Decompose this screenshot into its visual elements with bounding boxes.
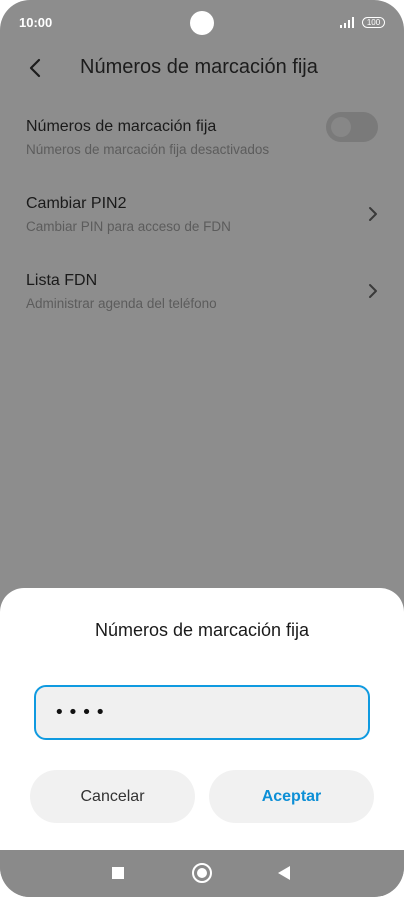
fdn-list-item[interactable]: Lista FDN Administrar agenda del teléfon… <box>0 272 404 334</box>
status-time: 10:00 <box>19 15 53 30</box>
page-title: Números de marcación fija <box>80 56 318 78</box>
toggle-knob <box>331 117 351 137</box>
battery-icon: 100 <box>362 17 385 28</box>
battery-level: 100 <box>366 18 381 27</box>
item-subtitle: Números de marcación fija desactivados <box>26 142 270 157</box>
back-triangle-icon[interactable] <box>278 866 290 880</box>
chevron-right-icon <box>369 207 377 221</box>
home-dot <box>197 868 207 878</box>
item-title: Cambiar PIN2 <box>26 195 127 212</box>
signal-icon <box>340 17 354 28</box>
back-arrow-icon[interactable] <box>22 54 50 82</box>
cancel-button[interactable]: Cancelar <box>30 770 195 823</box>
dialog-title: Números de marcación fija <box>94 620 310 640</box>
item-subtitle: Cambiar PIN para acceso de FDN <box>26 219 231 234</box>
accept-button[interactable]: Aceptar <box>209 770 374 823</box>
change-pin2-item[interactable]: Cambiar PIN2 Cambiar PIN para acceso de … <box>0 195 404 257</box>
phone-screen: 10:00 100 Números de marcación fija Núme… <box>0 0 404 897</box>
item-subtitle: Administrar agenda del teléfono <box>26 296 217 311</box>
home-circle-icon[interactable] <box>192 863 212 883</box>
fdn-toggle[interactable] <box>326 112 378 142</box>
status-bar: 10:00 100 <box>0 0 404 46</box>
recents-square-icon[interactable] <box>112 867 124 879</box>
navigation-bar <box>0 850 404 897</box>
item-title: Números de marcación fija <box>26 118 217 135</box>
item-title: Lista FDN <box>26 272 98 289</box>
chevron-right-icon <box>369 284 377 298</box>
fdn-toggle-item[interactable]: Números de marcación fija Números de mar… <box>0 112 404 180</box>
pin-dialog: Números de marcación fija Cancelar Acept… <box>0 588 404 850</box>
front-camera-cutout <box>190 11 214 35</box>
pin2-input[interactable] <box>34 685 370 740</box>
